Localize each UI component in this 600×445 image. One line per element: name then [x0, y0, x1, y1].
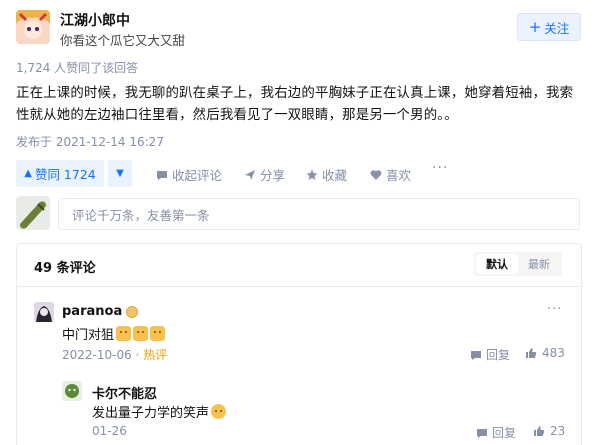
- upvote-button[interactable]: ▲ 赞同 1724: [16, 160, 104, 187]
- collapse-comments-label: 收起评论: [172, 168, 223, 183]
- comment-input-placeholder: 评论千万条，友善第一条: [72, 207, 210, 223]
- follow-button[interactable]: + 关注: [517, 13, 581, 41]
- sort-latest-button[interactable]: 最新: [518, 254, 560, 274]
- hot-comment-tag: 热评: [143, 348, 168, 362]
- heart-icon: [370, 169, 382, 180]
- comment-text-content: 中门对狙: [62, 328, 115, 343]
- user-badge-icon: [126, 305, 139, 318]
- reply-button[interactable]: 回复: [476, 424, 516, 441]
- comment-author[interactable]: 卡尔不能忍: [92, 383, 157, 402]
- cat-emoji-icon: [133, 326, 149, 341]
- share-label: 分享: [260, 168, 286, 183]
- follow-label: 关注: [544, 20, 570, 36]
- star-icon: [306, 169, 318, 180]
- reply-button[interactable]: 回复: [470, 346, 510, 363]
- comment-count-title: 49 条评论: [34, 261, 96, 276]
- comment-sort-toggle: 默认 最新: [474, 252, 562, 276]
- plus-icon: +: [528, 17, 542, 36]
- comment-avatar[interactable]: [62, 381, 82, 401]
- author-avatar[interactable]: [16, 10, 50, 44]
- answer-content: 正在上课的时候，我无聊的趴在桌子上，我右边的平胸妹子正在认真上课，她穿着短袖，我…: [16, 86, 574, 123]
- comment-text-content: 发出量子力学的笑声: [92, 406, 210, 421]
- comment-input[interactable]: 评论千万条，友善第一条: [58, 198, 580, 230]
- sort-default-button[interactable]: 默认: [476, 254, 518, 274]
- comment-more-button[interactable]: ···: [547, 302, 562, 317]
- collapse-comments-button[interactable]: 收起评论: [156, 165, 222, 184]
- reply-icon: [477, 428, 487, 438]
- comment-text: 中门对狙: [62, 324, 166, 343]
- comment-author-name: paranoa: [62, 304, 123, 319]
- thumbs-up-icon: [526, 348, 537, 358]
- triangle-down-icon: ▼: [116, 168, 124, 179]
- publish-time[interactable]: 发布于 2021-12-14 16:27: [16, 133, 164, 150]
- comment-icon: [157, 170, 167, 180]
- comment-date: 2022-10-06: [62, 348, 132, 362]
- comment-meta: 01-26: [92, 424, 127, 438]
- comment-like-count: 483: [542, 346, 565, 360]
- cat-emoji-icon: [150, 326, 166, 341]
- author-name[interactable]: 江湖小郎中: [60, 10, 130, 30]
- cat-emoji-icon: [116, 326, 132, 341]
- reply-label: 回复: [486, 348, 511, 362]
- downvote-button[interactable]: ▼: [108, 160, 132, 187]
- more-actions-button[interactable]: ···: [432, 160, 448, 176]
- triangle-up-icon: ▲: [24, 168, 32, 179]
- comment-like-button[interactable]: 23: [533, 424, 565, 438]
- comment-author-name: 卡尔不能忍: [92, 387, 158, 402]
- thumbs-up-icon: [534, 426, 545, 436]
- reply-label: 回复: [492, 426, 517, 440]
- like-label: 喜欢: [386, 168, 412, 183]
- favorite-label: 收藏: [322, 168, 348, 183]
- comment-avatar[interactable]: [34, 302, 54, 322]
- comment-meta: 2022-10-06 · 热评: [62, 348, 168, 362]
- upvote-label: 赞同 1724: [34, 167, 96, 182]
- upvote-summary: 1,724 人赞同了该回答: [16, 61, 139, 75]
- reply-icon: [471, 350, 481, 360]
- share-button[interactable]: 分享: [244, 165, 285, 184]
- comment-author[interactable]: paranoa: [62, 304, 139, 319]
- comment-like-button[interactable]: 483: [525, 346, 565, 360]
- current-user-avatar: [16, 196, 50, 230]
- like-button[interactable]: 喜欢: [370, 165, 411, 184]
- author-bio: 你看这个瓜它又大又甜: [60, 33, 186, 48]
- favorite-button[interactable]: 收藏: [306, 165, 347, 184]
- comments-divider: [17, 286, 581, 287]
- smirk-emoji-icon: [211, 404, 227, 419]
- share-icon: [245, 169, 255, 180]
- comment-text: 发出量子力学的笑声: [92, 402, 227, 421]
- comment-like-count: 23: [550, 424, 566, 438]
- comment-date: 01-26: [92, 424, 127, 438]
